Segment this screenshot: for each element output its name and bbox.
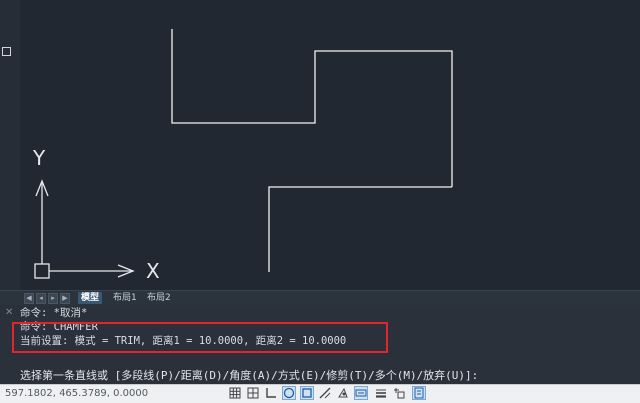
polar-icon[interactable] (282, 386, 296, 400)
selection-cycling-icon[interactable] (393, 387, 405, 399)
ucs-x-label: X (146, 259, 160, 283)
tab-layout1[interactable]: 布局1 (110, 292, 140, 304)
layout-tabs-bar: ◀ ◂ ▸ ▶ 模型 布局1 布局2 (0, 290, 640, 305)
viewport-control-square[interactable] (2, 47, 11, 56)
snap-icon[interactable] (247, 387, 259, 399)
tab-first-button[interactable]: ◀ (24, 293, 34, 304)
status-bar: 597.1802, 465.3789, 0.0000 (0, 384, 640, 403)
tab-layout2[interactable]: 布局2 (144, 292, 174, 304)
ucs-y-label: Y (33, 146, 46, 170)
ortho-icon[interactable] (265, 387, 277, 399)
drawn-polyline-lower[interactable] (268, 186, 452, 272)
drawing-svg (34, 29, 453, 279)
highlight-annotation-box (12, 322, 388, 353)
ucs-icon (34, 179, 135, 279)
quick-properties-icon[interactable] (412, 386, 426, 400)
tab-next-button[interactable]: ▸ (48, 293, 58, 304)
ducs-icon[interactable] (337, 387, 349, 399)
otrack-icon[interactable] (319, 387, 331, 399)
drawn-polyline-upper[interactable] (171, 29, 453, 187)
lineweight-icon[interactable] (375, 387, 387, 399)
command-prompt[interactable]: 选择第一条直线或 [多段线(P)/距离(D)/角度(A)/方式(E)/修剪(T)… (0, 363, 640, 383)
close-icon[interactable]: ✕ (5, 307, 13, 318)
tab-prev-button[interactable]: ◂ (36, 293, 46, 304)
osnap-icon[interactable] (300, 386, 314, 400)
command-history-line: 命令: *取消* (20, 307, 88, 319)
dyn-icon[interactable] (354, 386, 368, 400)
coordinates-readout: 597.1802, 465.3789, 0.0000 (5, 388, 149, 399)
drawing-canvas[interactable]: Y X (20, 0, 640, 290)
grid-icon[interactable] (229, 387, 241, 399)
left-panel-strip (0, 0, 20, 290)
tab-model[interactable]: 模型 (78, 292, 103, 304)
command-prompt-text: 选择第一条直线或 [多段线(P)/距离(D)/角度(A)/方式(E)/修剪(T)… (20, 369, 479, 382)
tab-last-button[interactable]: ▶ (60, 293, 70, 304)
